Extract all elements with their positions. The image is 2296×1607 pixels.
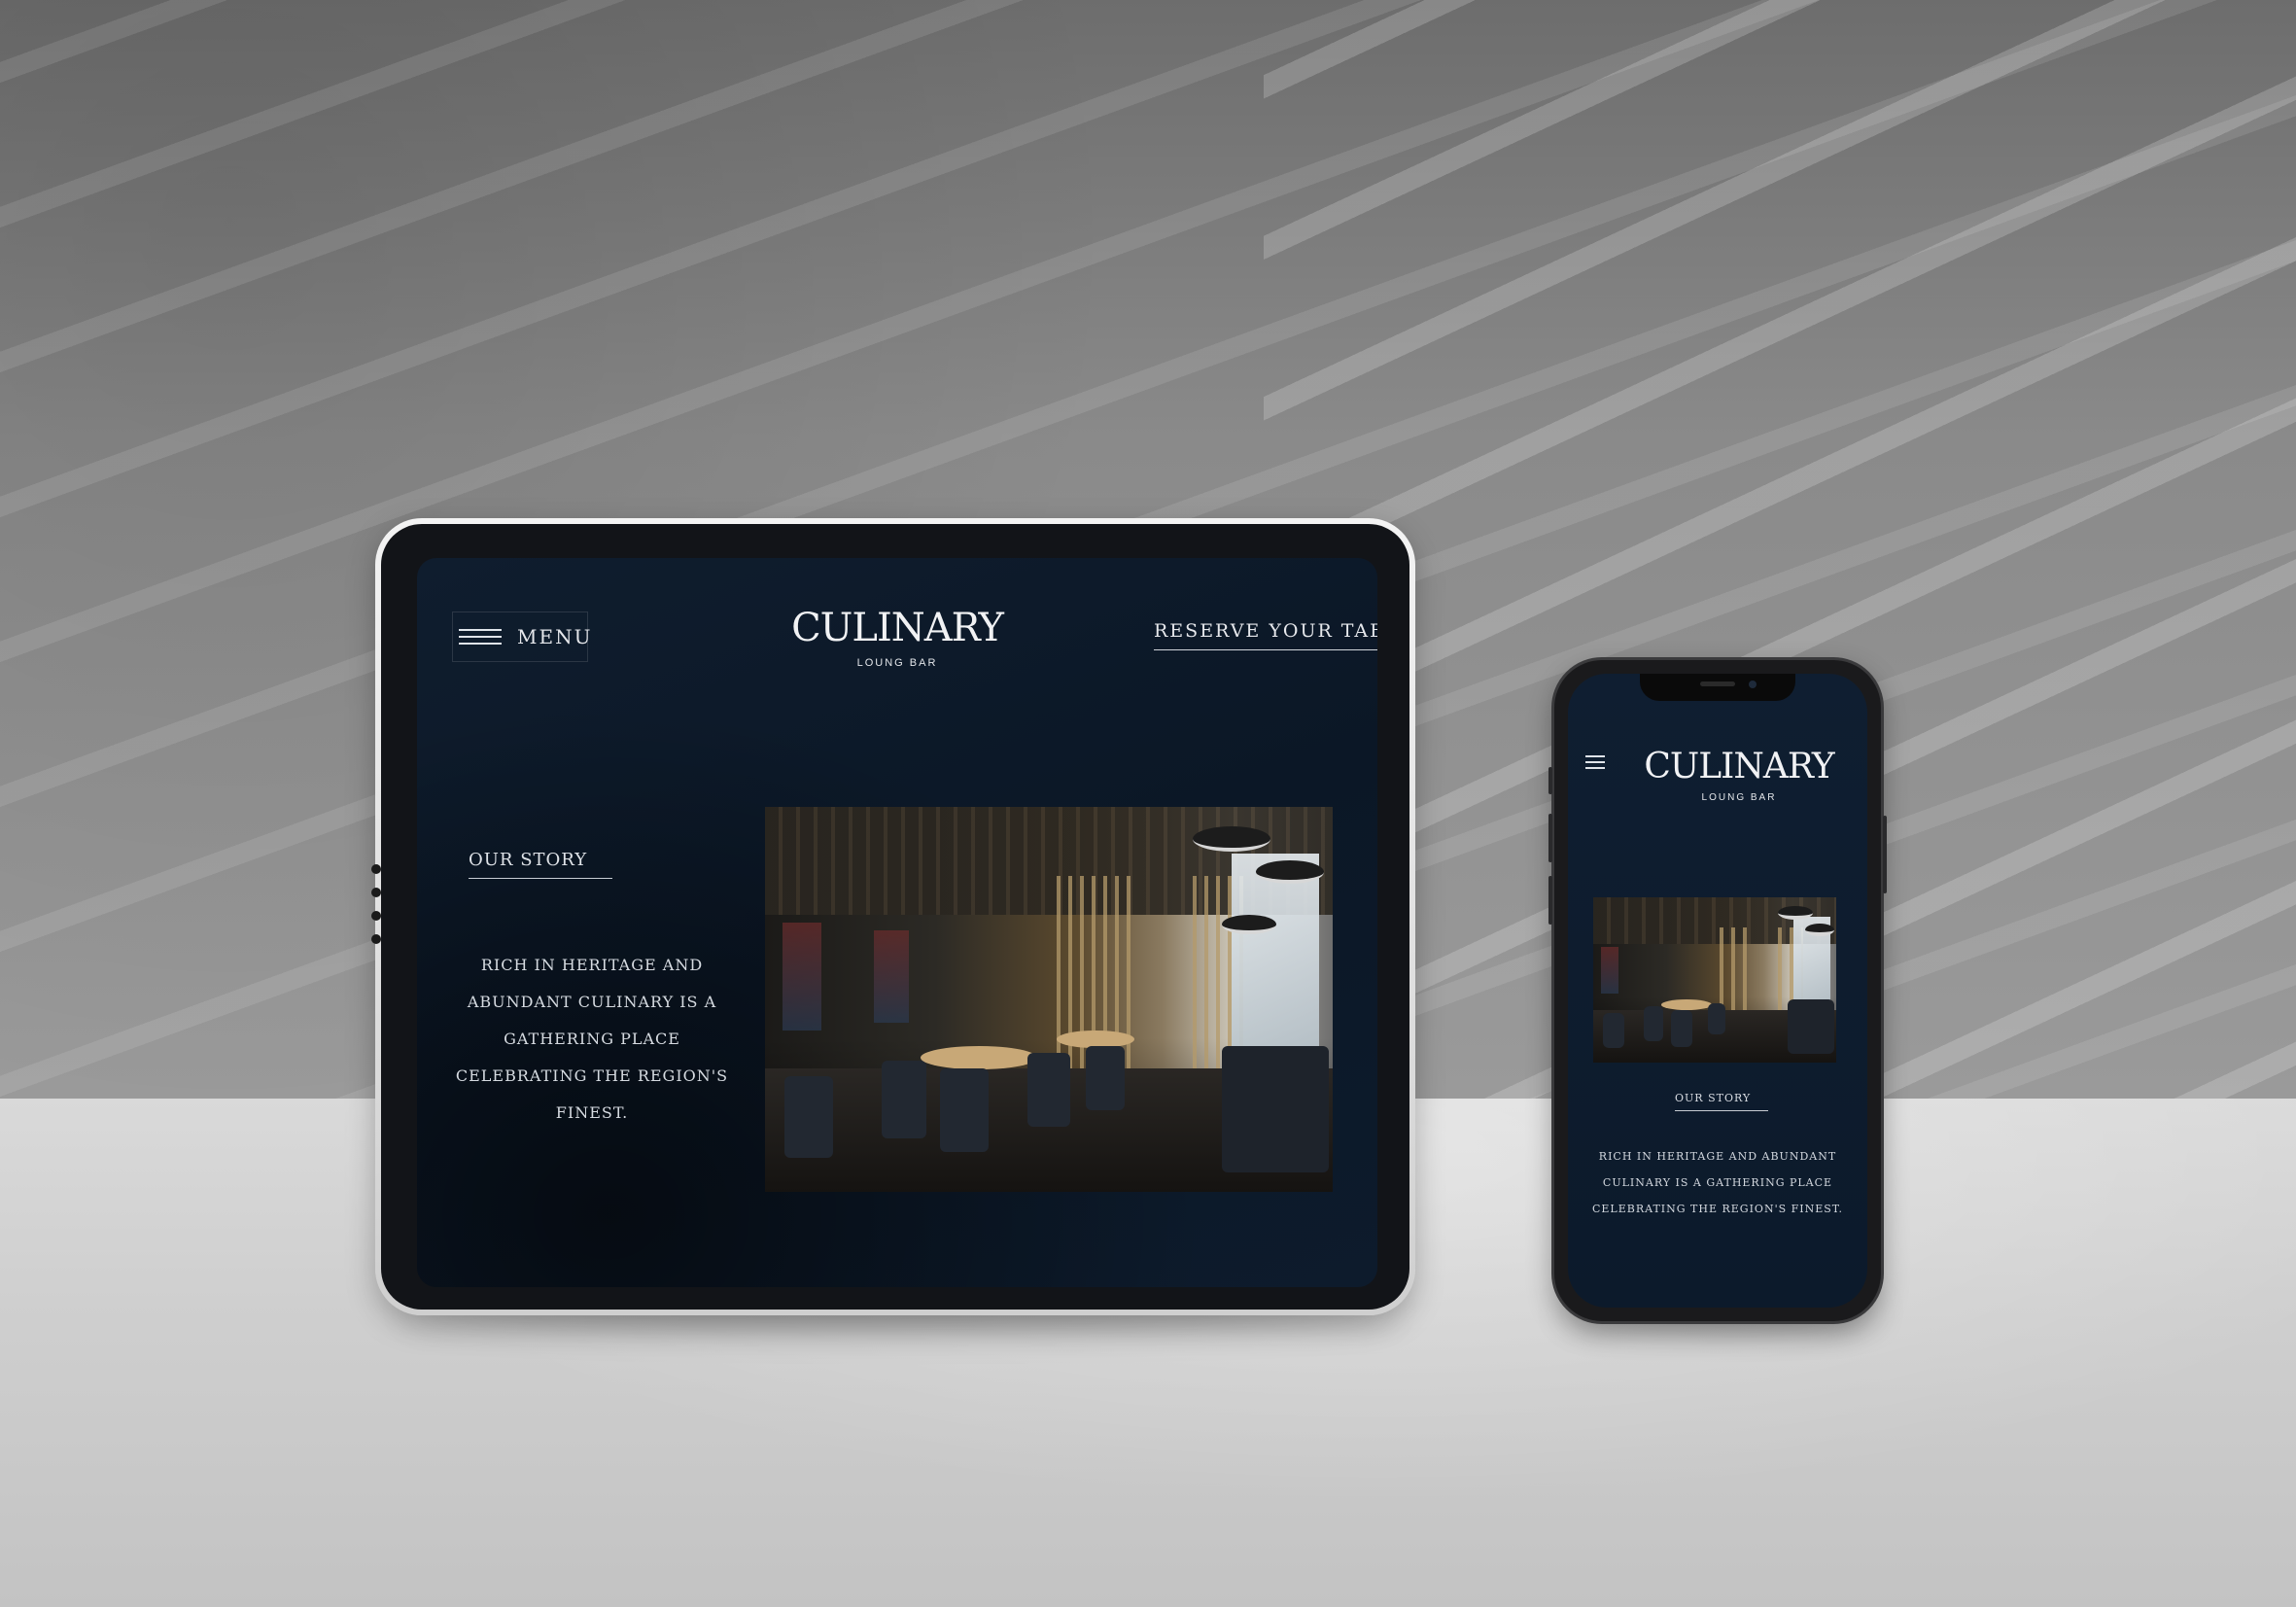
phone-device: CULINARY LOUNG BAR OUR STORY RICH IN HER… xyxy=(1548,657,1887,1324)
phone-logo-title: CULINARY xyxy=(1644,747,1834,786)
tablet-screen: MENU CULINARY LOUNG BAR RESERVE YOUR TAB… xyxy=(417,558,1377,1287)
our-story-text: RICH IN HERITAGE AND ABUNDANT CULINARY I… xyxy=(455,956,729,1122)
phone-notch xyxy=(1640,674,1795,701)
restaurant-interior-photo xyxy=(765,807,1333,1192)
logo-subtitle: LOUNG BAR xyxy=(856,657,938,669)
phone-screen: CULINARY LOUNG BAR OUR STORY RICH IN HER… xyxy=(1568,674,1867,1308)
phone-our-story-text: RICH IN HERITAGE AND ABUNDANT CULINARY I… xyxy=(1591,1150,1844,1215)
reserve-table-link[interactable]: RESERVE YOUR TABLE xyxy=(1154,620,1377,650)
phone-logo-subtitle: LOUNG BAR xyxy=(1701,792,1777,803)
phone-our-story-heading: OUR STORY xyxy=(1675,1092,1768,1111)
phone-logo[interactable]: CULINARY LOUNG BAR xyxy=(1589,747,1867,804)
tablet-bezel: MENU CULINARY LOUNG BAR RESERVE YOUR TAB… xyxy=(371,524,1409,1310)
camera-icon xyxy=(371,864,385,958)
tablet-device: MENU CULINARY LOUNG BAR RESERVE YOUR TAB… xyxy=(371,518,1415,1315)
phone-restaurant-photo xyxy=(1593,897,1836,1063)
our-story-heading: OUR STORY xyxy=(469,850,612,879)
